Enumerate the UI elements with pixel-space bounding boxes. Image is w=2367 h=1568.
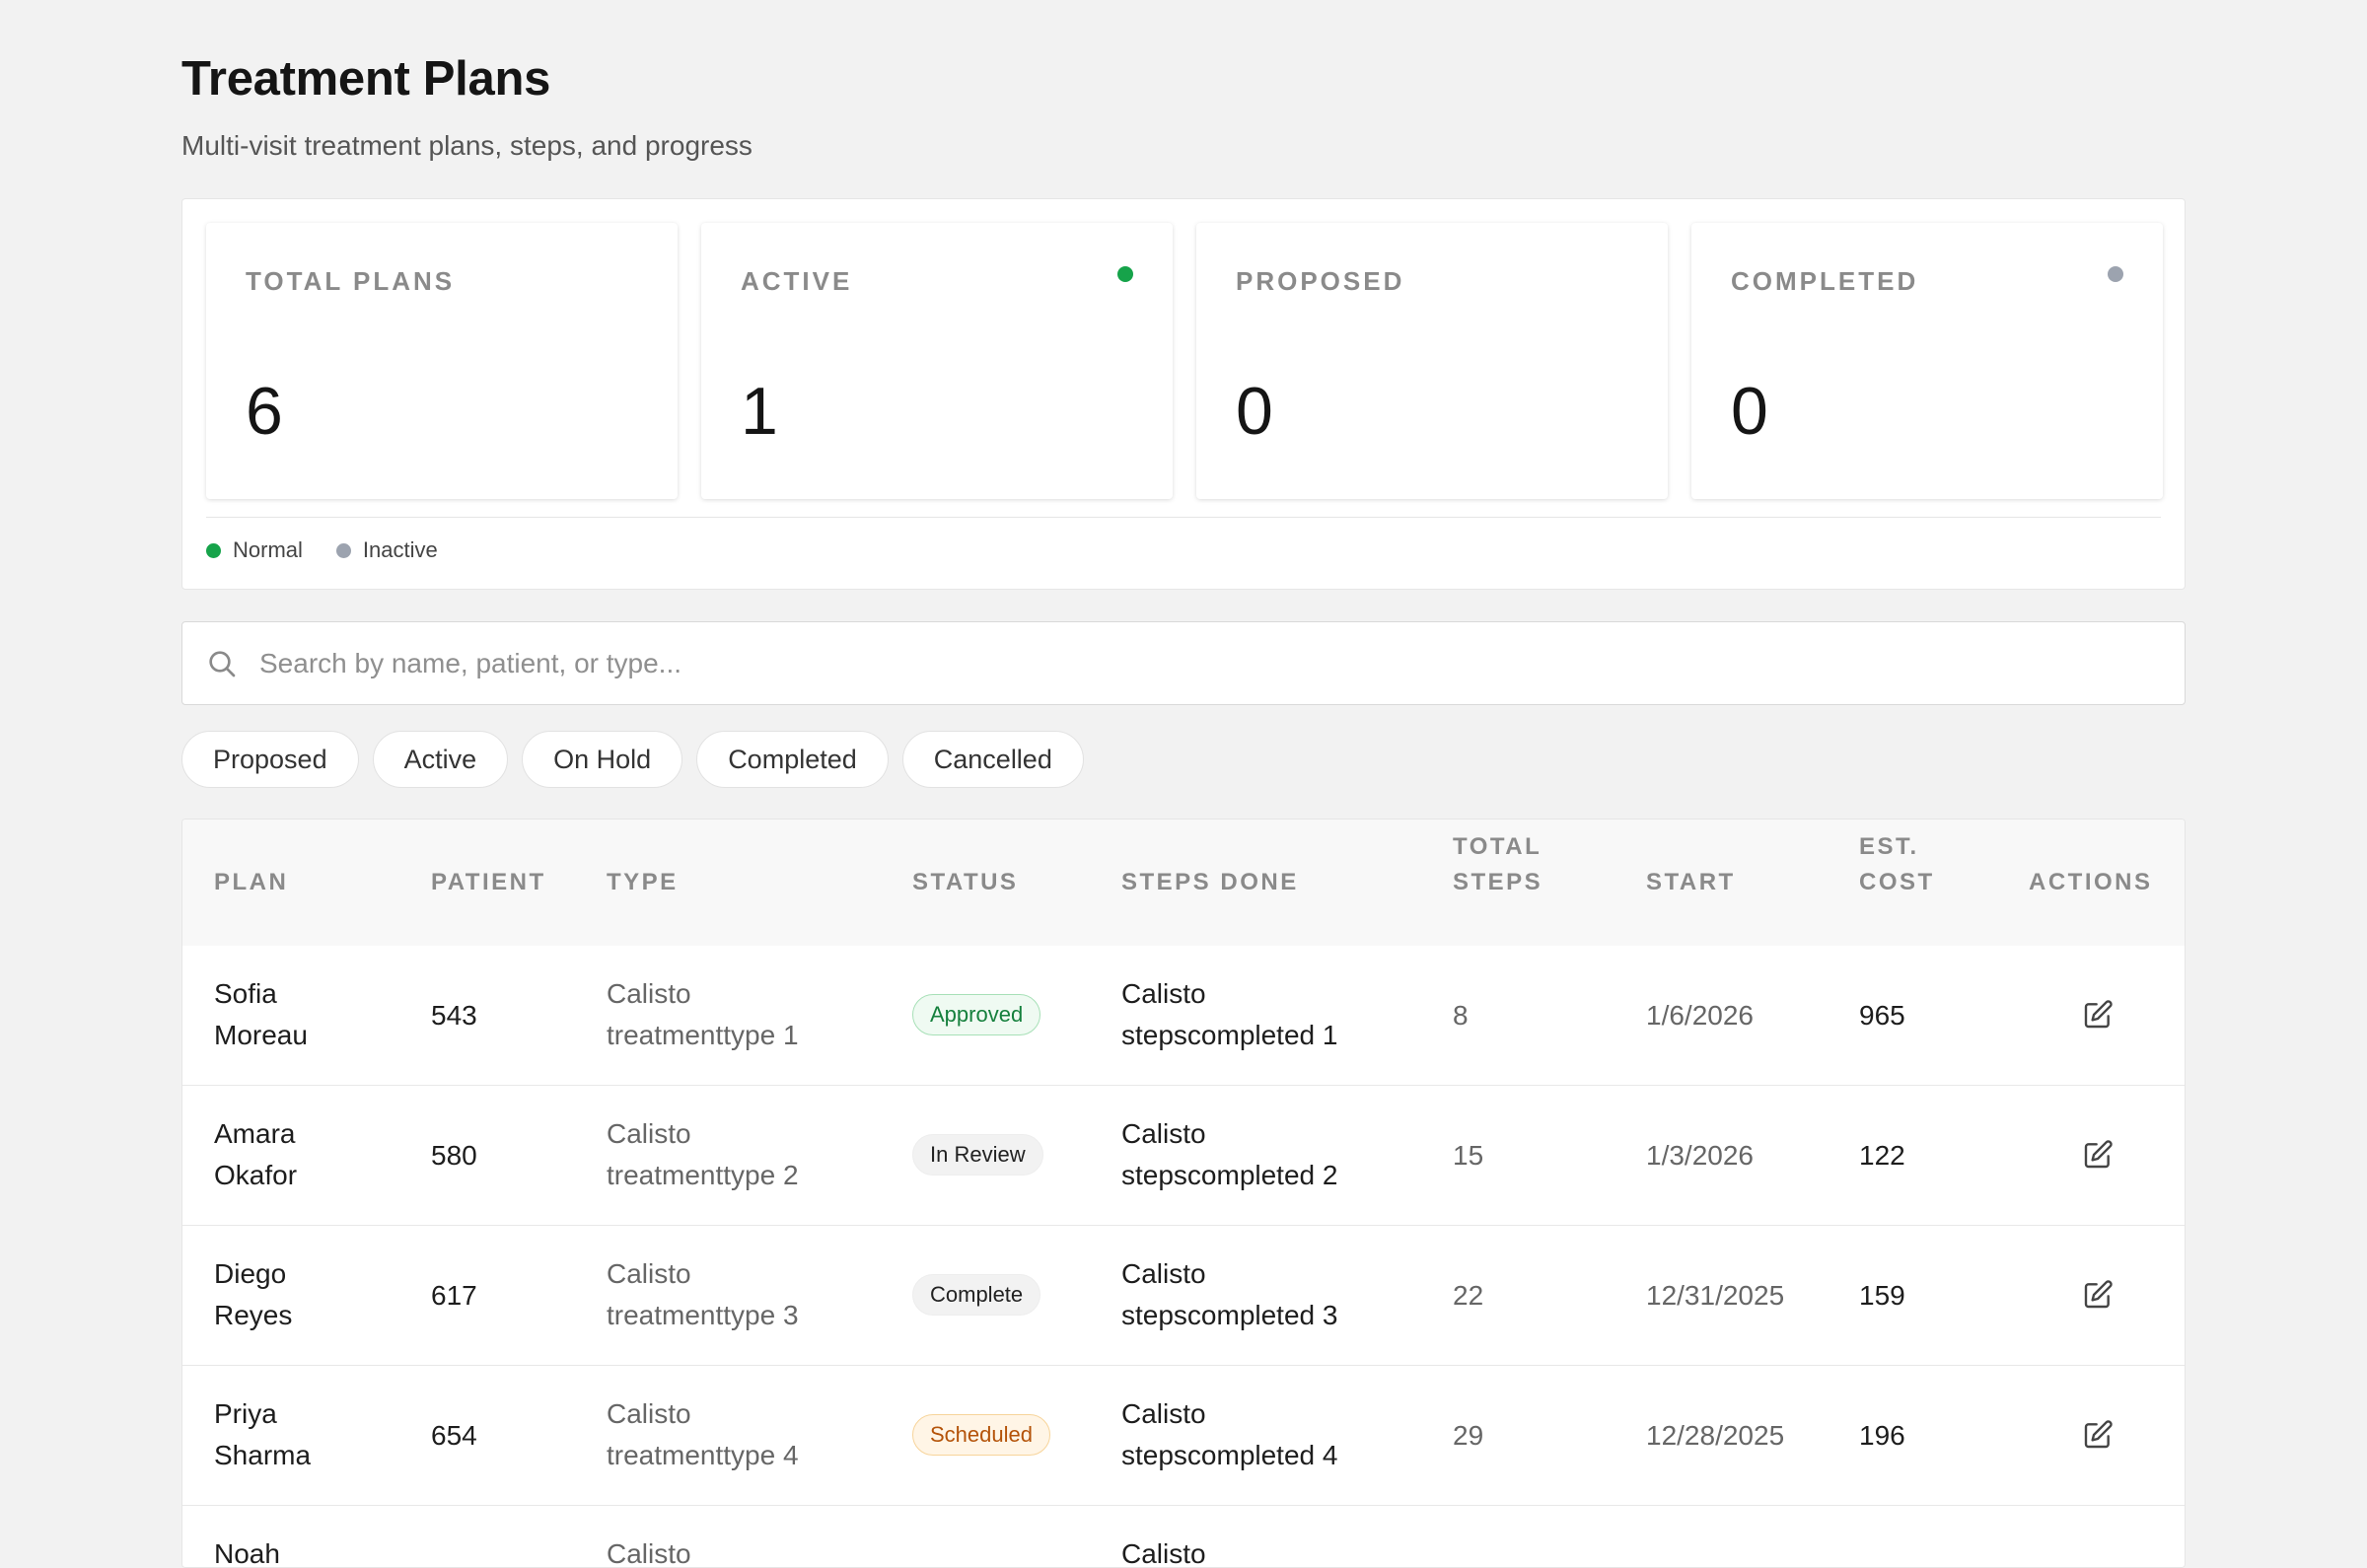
legend-label: Normal (233, 537, 303, 562)
stat-label: TOTAL PLANS (246, 266, 456, 296)
cell-est-cost: 965 (1859, 1000, 1905, 1031)
cell-est-cost: 122 (1859, 1140, 1905, 1171)
table-row[interactable]: Sofia Moreau 543 Calisto treatmenttype 1… (182, 946, 2185, 1086)
cell-plan: Diego Reyes (214, 1258, 293, 1330)
cell-plan: Noah (214, 1538, 280, 1568)
filter-chip-on-hold[interactable]: On Hold (522, 731, 683, 788)
cell-start: 1/6/2026 (1646, 1000, 1754, 1031)
filter-chip-completed[interactable]: Completed (696, 731, 889, 788)
cell-est-cost: 159 (1859, 1280, 1905, 1311)
stat-label: COMPLETED (1731, 266, 1919, 296)
cell-start: 1/3/2026 (1646, 1140, 1754, 1171)
cell-total-steps: 22 (1453, 1280, 1484, 1311)
stat-label: PROPOSED (1236, 266, 1405, 296)
table-row[interactable]: Priya Sharma 654 Calisto treatmenttype 4… (182, 1366, 2185, 1506)
cell-steps-done: Calisto stepscompleted 1 (1121, 978, 1338, 1050)
table-row[interactable]: Diego Reyes 617 Calisto treatmenttype 3 … (182, 1226, 2185, 1366)
search-bar (181, 621, 2186, 705)
status-dot-green (1117, 266, 1133, 282)
legend-dot-icon (206, 542, 221, 558)
cell-total-steps: 8 (1453, 1000, 1469, 1031)
filter-chips: Proposed Active On Hold Completed Cancel… (181, 731, 1084, 788)
edit-icon[interactable] (2082, 999, 2114, 1031)
edit-icon[interactable] (2082, 1419, 2114, 1451)
legend-dot-icon (335, 542, 351, 558)
stat-card-proposed: PROPOSED 0 (1196, 223, 1668, 499)
filter-chip-proposed[interactable]: Proposed (181, 731, 359, 788)
stat-value: 6 (246, 374, 283, 449)
cell-steps-done: Calisto stepscompleted 3 (1121, 1258, 1338, 1330)
stat-value: 0 (1731, 374, 1768, 449)
search-icon (209, 651, 236, 677)
cell-plan: Sofia Moreau (214, 978, 308, 1050)
cell-steps-done: Calisto (1121, 1538, 1206, 1568)
page-title: Treatment Plans (181, 52, 551, 106)
cell-steps-done: Calisto stepscompleted 2 (1121, 1118, 1338, 1190)
cell-est-cost: 196 (1859, 1420, 1905, 1451)
column-header-start[interactable]: START (1646, 865, 1736, 900)
status-badge: In Review (912, 1134, 1043, 1176)
cell-patient: 543 (431, 1000, 477, 1031)
stat-value: 1 (741, 374, 778, 449)
column-header-plan[interactable]: PLAN (214, 865, 288, 900)
filter-chip-cancelled[interactable]: Cancelled (901, 731, 1084, 788)
column-header-actions: ACTIONS (2029, 869, 2153, 895)
status-badge: Complete (912, 1274, 1041, 1316)
table-row[interactable]: Noah Calisto Calisto (182, 1506, 2185, 1568)
legend: Normal Inactive (206, 537, 438, 563)
treatment-plans-table: PLAN PATIENT TYPE STATUS STEPS DONE TOTA… (181, 819, 2186, 1568)
cell-start: 12/28/2025 (1646, 1420, 1785, 1451)
cell-total-steps: 15 (1453, 1140, 1484, 1171)
column-header-status[interactable]: STATUS (912, 865, 1018, 900)
column-header-total-steps[interactable]: TOTAL STEPS (1453, 829, 1561, 900)
table-header: PLAN PATIENT TYPE STATUS STEPS DONE TOTA… (182, 820, 2185, 946)
cell-plan: Priya Sharma (214, 1398, 312, 1470)
stat-card-total-plans: TOTAL PLANS 6 (206, 223, 678, 499)
edit-icon[interactable] (2082, 1139, 2114, 1171)
legend-label: Inactive (362, 537, 438, 562)
legend-item-inactive: Inactive (335, 537, 438, 563)
cell-type: Calisto treatmenttype 1 (607, 978, 799, 1050)
cell-type: Calisto treatmenttype 4 (607, 1398, 799, 1470)
legend-divider (206, 517, 2161, 518)
stat-value: 0 (1236, 374, 1273, 449)
cell-type: Calisto (607, 1538, 691, 1568)
filter-chip-active[interactable]: Active (372, 731, 509, 788)
cell-plan: Amara Okafor (214, 1118, 298, 1190)
page-subtitle: Multi-visit treatment plans, steps, and … (181, 130, 753, 161)
column-header-steps-done[interactable]: STEPS DONE (1121, 865, 1299, 900)
cell-patient: 617 (431, 1280, 477, 1311)
column-header-type[interactable]: TYPE (607, 865, 679, 900)
cell-patient: 580 (431, 1140, 477, 1171)
edit-icon[interactable] (2082, 1279, 2114, 1311)
cell-steps-done: Calisto stepscompleted 4 (1121, 1398, 1338, 1470)
stats-panel: TOTAL PLANS 6 ACTIVE 1 PROPOSED 0 COMPLE… (181, 198, 2186, 590)
cell-type: Calisto treatmenttype 3 (607, 1258, 799, 1330)
column-header-est-cost[interactable]: EST. COST (1859, 829, 1958, 900)
cell-type: Calisto treatmenttype 2 (607, 1118, 799, 1190)
cell-patient: 654 (431, 1420, 477, 1451)
column-header-patient[interactable]: PATIENT (431, 865, 546, 900)
status-badge: Approved (912, 994, 1041, 1035)
table-row[interactable]: Amara Okafor 580 Calisto treatmenttype 2… (182, 1086, 2185, 1226)
status-badge: Scheduled (912, 1414, 1050, 1456)
stat-card-completed: COMPLETED 0 (1691, 223, 2163, 499)
legend-item-normal: Normal (206, 537, 303, 563)
cell-start: 12/31/2025 (1646, 1280, 1785, 1311)
search-input[interactable] (259, 622, 2133, 704)
stat-card-active: ACTIVE 1 (701, 223, 1173, 499)
cell-total-steps: 29 (1453, 1420, 1484, 1451)
status-dot-gray (2108, 266, 2123, 282)
stat-label: ACTIVE (741, 266, 853, 296)
